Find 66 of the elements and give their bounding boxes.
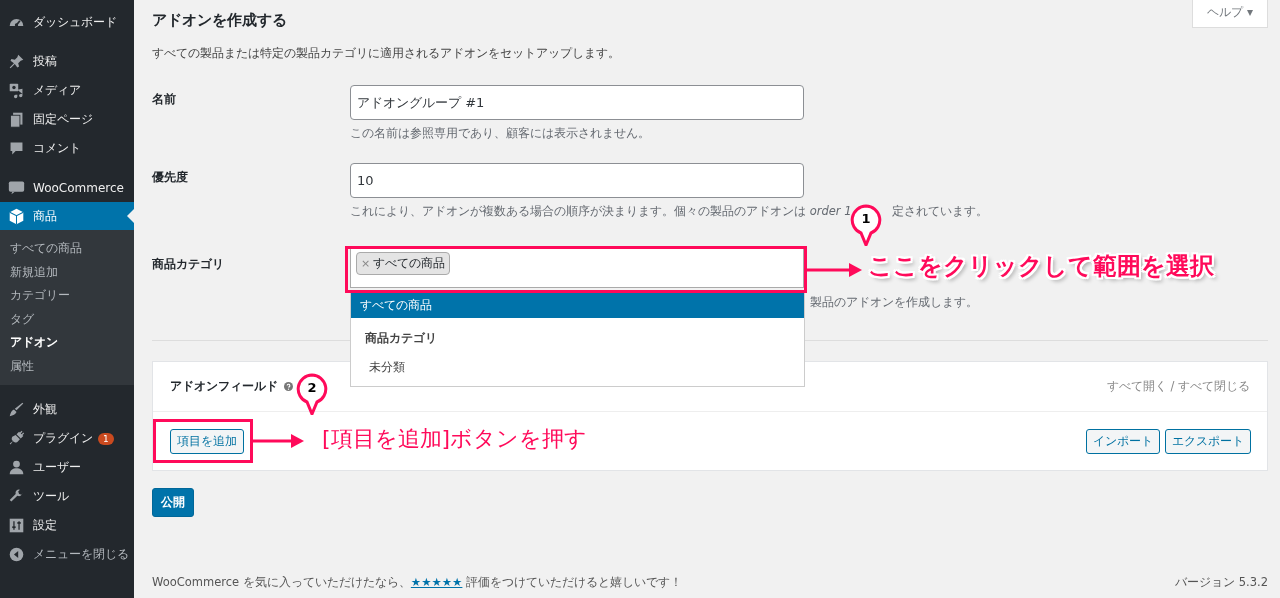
count-badge: 1: [98, 432, 114, 445]
page-description: すべての製品または特定の製品カテゴリに適用されるアドオンをセットアップします。: [152, 46, 621, 61]
help-icon: [284, 382, 293, 391]
sidebar-item[interactable]: 設定: [0, 511, 134, 540]
brush-icon: [8, 401, 25, 418]
pages-icon: [8, 111, 25, 128]
media-icon: [8, 82, 25, 99]
submenu-item[interactable]: 属性: [0, 353, 134, 377]
plug-icon: [8, 430, 25, 447]
panel-title: アドオンフィールド: [170, 379, 278, 394]
priority-field[interactable]: 10: [350, 163, 804, 198]
step-number: 1: [860, 211, 872, 226]
field-label: 優先度: [152, 169, 189, 186]
publish-button[interactable]: 公開: [152, 488, 194, 517]
sidebar-item[interactable]: 投稿: [0, 47, 134, 76]
expand-collapse-links[interactable]: すべて開く / すべて閉じる: [1106, 379, 1250, 394]
comment-icon: [8, 140, 25, 157]
version-text: バージョン 5.3.2: [1175, 575, 1268, 590]
marker-icon: [296, 373, 328, 415]
rating-link[interactable]: ★★★★★: [410, 575, 463, 589]
dropdown-group-label: 商品カテゴリ: [364, 330, 438, 347]
dropdown-option[interactable]: 未分類: [351, 353, 804, 380]
box-icon: [8, 207, 25, 225]
submenu-item[interactable]: 新規追加: [0, 259, 134, 283]
sidebar-item[interactable]: 固定ページ: [0, 105, 134, 134]
sidebar-item[interactable]: プラグイン 1: [0, 424, 134, 453]
page-title: アドオンを作成する: [152, 11, 287, 30]
dropdown-option[interactable]: すべての商品: [351, 291, 804, 318]
submenu-item[interactable]: アドオン: [0, 330, 134, 354]
name-field[interactable]: アドオングループ #1: [350, 85, 804, 120]
sidebar-item[interactable]: メニューを閉じる: [0, 540, 134, 569]
category-tag[interactable]: × すべての商品: [356, 252, 451, 275]
user-icon: [8, 459, 25, 476]
field-label: 商品カテゴリ: [152, 256, 225, 273]
submenu-item[interactable]: すべての商品: [0, 236, 134, 260]
sidebar-item[interactable]: コメント: [0, 134, 134, 163]
annotation-text: ここをクリックして範囲を選択: [868, 251, 1214, 282]
submenu-item[interactable]: カテゴリー: [0, 283, 134, 307]
add-item-button[interactable]: 項目を追加: [170, 428, 244, 454]
field-label: 名前: [152, 91, 177, 108]
category-select-field[interactable]: × すべての商品: [350, 248, 804, 288]
sidebar-item[interactable]: WooCommerce: [0, 173, 134, 202]
sidebar-item[interactable]: ダッシュボード: [0, 8, 134, 37]
export-button[interactable]: エクスポート: [1165, 428, 1251, 454]
field-hint: 定されています。: [891, 204, 988, 219]
annotation-text: [項目を追加]ボタンを押す: [322, 425, 588, 453]
sidebar-item[interactable]: 外観: [0, 395, 134, 424]
arrow-icon: [253, 433, 305, 449]
marker-icon: [850, 204, 882, 246]
sidebar-item[interactable]: メディア: [0, 76, 134, 105]
collapse-icon: [8, 546, 25, 563]
field-hint: 製品のアドオンを作成します。: [810, 294, 978, 310]
store-icon: [8, 179, 25, 196]
sliders-icon: [8, 517, 25, 534]
step-number: 2: [306, 380, 318, 395]
sidebar-item[interactable]: 商品: [0, 202, 134, 230]
import-button[interactable]: インポート: [1086, 428, 1160, 454]
submenu-item[interactable]: タグ: [0, 306, 134, 330]
sidebar-item[interactable]: ユーザー: [0, 453, 134, 482]
arrow-icon: [807, 262, 863, 278]
sidebar-item[interactable]: ツール: [0, 482, 134, 511]
help-button[interactable]: ヘルプ ▾: [1192, 0, 1268, 28]
pushpin-icon: [8, 53, 25, 70]
footer-text: WooCommerce を気に入っていただけたなら、★★★★★ 評価をつけていただけると嬉しいです！: [152, 575, 683, 590]
field-hint: これにより、アドオンが複数ある場合の順序が決まります。個々の製品のアドオンは order 1: [350, 204, 852, 219]
field-hint: この名前は参照専用であり、顧客には表示されません。: [350, 126, 651, 141]
